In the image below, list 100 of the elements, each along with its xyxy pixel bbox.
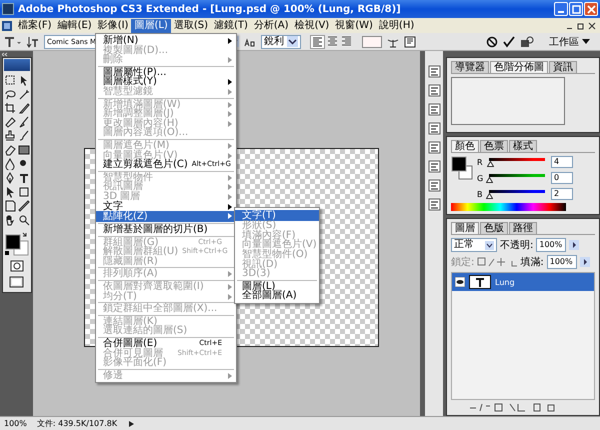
panel-tab[interactable]: 資訊 xyxy=(549,61,577,73)
dropdown-arrow-icon xyxy=(287,36,298,47)
channel-value-field[interactable]: 2 xyxy=(551,188,573,200)
align-right-icon[interactable] xyxy=(340,34,353,46)
type-tool-icon[interactable] xyxy=(4,36,22,48)
note-icon[interactable] xyxy=(4,200,16,212)
rectangle-icon[interactable] xyxy=(18,186,30,198)
menu-bar-item[interactable]: 分析(A) xyxy=(250,18,292,32)
panel-tab[interactable]: 色版 xyxy=(480,222,508,234)
slider-thumb[interactable] xyxy=(486,192,494,198)
history-brush-icon[interactable] xyxy=(18,130,30,142)
menu-item[interactable]: 圖層樣式(Y) xyxy=(96,77,236,87)
menu-bar-item[interactable]: 影像(I) xyxy=(94,18,132,32)
document-size: 文件: 439.5K/107.8K xyxy=(36,418,118,429)
channel-label: B xyxy=(477,190,483,198)
caret-icon xyxy=(582,38,590,44)
align-center-icon[interactable] xyxy=(326,34,339,46)
fill-field[interactable]: 100% xyxy=(546,255,577,269)
panel-tab[interactable]: 圖層 xyxy=(451,222,479,234)
arrow-button-icon[interactable] xyxy=(569,240,580,250)
eyedropper-icon[interactable] xyxy=(18,200,30,212)
document-icon[interactable] xyxy=(2,20,12,30)
menu-bar-item[interactable]: 編輯(E) xyxy=(54,18,95,32)
window-title: Adobe Photoshop CS3 Extended - [Lung.psd @ 100% (Lung, RGB/8)] xyxy=(18,4,401,14)
channel-label: R xyxy=(477,158,483,166)
lock-label: 鎖定: xyxy=(451,256,474,269)
color-spectrum-bar[interactable] xyxy=(451,203,566,211)
opacity-field[interactable]: 100% xyxy=(536,238,566,252)
dropdown-arrow-icon xyxy=(485,240,494,250)
checkmark-icon[interactable] xyxy=(503,36,515,48)
bandage-icon[interactable] xyxy=(4,116,16,128)
blend-mode-dropdown[interactable]: 正常 xyxy=(451,238,497,252)
drop-icon[interactable] xyxy=(4,158,16,170)
slider-track[interactable] xyxy=(486,158,548,166)
wand-icon[interactable] xyxy=(18,88,30,100)
lock-options-icon[interactable] xyxy=(477,257,518,267)
layer-row[interactable]: Lung xyxy=(452,273,594,291)
quick-mask-icon[interactable] xyxy=(10,260,24,272)
color-swatches-icon[interactable] xyxy=(451,156,473,182)
menu-item[interactable]: 全部圖層(A) xyxy=(235,291,319,301)
menu-item[interactable]: 新增基於圖層的切片(B) xyxy=(96,225,236,235)
menu-bar-item[interactable]: 檔案(F) xyxy=(15,18,55,32)
slider-thumb[interactable] xyxy=(486,160,494,166)
menu-item[interactable]: 文字(T) xyxy=(235,210,319,222)
workspace-icon[interactable] xyxy=(520,36,534,48)
panel-tab[interactable]: 顏色 xyxy=(451,140,479,152)
eraser-icon[interactable] xyxy=(4,144,16,156)
slice-icon[interactable] xyxy=(18,102,30,114)
menu-bar-item[interactable]: 圖層(L) xyxy=(131,18,171,32)
workspace-button[interactable]: 工作區 xyxy=(539,34,596,48)
maximize-button[interactable] xyxy=(569,2,583,16)
channel-value-field[interactable]: 4 xyxy=(551,156,573,168)
color-swatches-icon[interactable] xyxy=(4,232,28,256)
brush-icon[interactable] xyxy=(18,116,30,128)
hand-icon[interactable] xyxy=(4,214,16,226)
menu-bar-item[interactable]: 說明(H) xyxy=(376,18,418,32)
zoom-icon[interactable] xyxy=(18,214,30,226)
menu-item[interactable]: 文字 xyxy=(96,202,236,212)
panels-toggle-icon[interactable] xyxy=(404,36,416,48)
panel-tab[interactable]: 色階分佈圖 xyxy=(490,61,548,73)
pen-icon[interactable] xyxy=(4,172,16,184)
cancel-icon[interactable] xyxy=(486,36,498,48)
crop-icon[interactable] xyxy=(4,102,16,114)
panel-tab[interactable]: 色票 xyxy=(480,140,508,152)
play-icon[interactable] xyxy=(127,420,136,428)
fill-label: 填滿: xyxy=(520,256,544,269)
type-tool-icon[interactable] xyxy=(18,172,30,184)
arrow-button-icon[interactable] xyxy=(580,257,590,267)
minimize-button[interactable] xyxy=(554,2,568,16)
zoom-level[interactable]: 100% xyxy=(4,419,27,428)
slider-track[interactable] xyxy=(486,174,548,182)
antialias-icon xyxy=(244,36,256,46)
close-icon[interactable] xyxy=(588,22,596,30)
align-left-icon[interactable] xyxy=(310,34,325,48)
menu-item[interactable]: 圖層屬性(P)... xyxy=(96,68,236,78)
text-color-swatch[interactable] xyxy=(362,36,382,48)
slider-thumb[interactable] xyxy=(486,176,493,182)
minimize-icon xyxy=(558,10,564,12)
panel-tab[interactable]: 路徑 xyxy=(509,222,537,234)
close-button[interactable] xyxy=(584,2,598,16)
channel-value-field[interactable]: 0 xyxy=(551,172,573,184)
menu-bar-item[interactable]: 濾鏡(T) xyxy=(210,18,251,32)
menu-item[interactable]: 點陣化(Z) xyxy=(96,211,236,222)
menu-bar-item[interactable]: 選取(S) xyxy=(170,18,211,32)
restore-icon[interactable] xyxy=(577,22,585,30)
opacity-label: 不透明: xyxy=(500,238,534,252)
panel-tab[interactable]: 導覽器 xyxy=(451,61,489,73)
close-icon xyxy=(586,4,596,14)
menu-bar-item[interactable]: 檢視(V) xyxy=(292,18,332,32)
panel-tab[interactable]: 樣式 xyxy=(509,140,537,152)
marquee-icon[interactable] xyxy=(4,74,16,86)
menu-item[interactable]: 圖層(L) xyxy=(235,282,319,292)
menu-bar-item[interactable]: 視窗(W) xyxy=(332,18,376,32)
antialias-dropdown[interactable]: 銳利 xyxy=(261,34,301,48)
slider-track[interactable] xyxy=(486,190,548,198)
lasso-icon[interactable] xyxy=(4,88,16,100)
eye-icon[interactable] xyxy=(455,277,465,287)
stamp-icon[interactable] xyxy=(4,130,16,142)
text-orientation-icon[interactable] xyxy=(27,36,39,48)
screen-mode-icon[interactable] xyxy=(8,276,24,288)
